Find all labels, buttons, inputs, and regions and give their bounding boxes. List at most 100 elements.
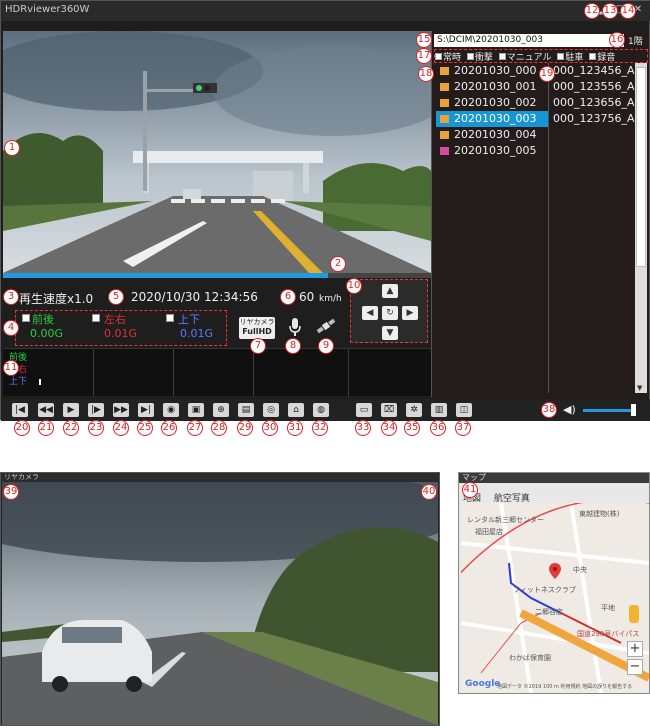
folder-name: 20201030_003 <box>454 112 537 125</box>
location-pin-icon[interactable] <box>549 563 561 582</box>
up-down-checkbox[interactable] <box>166 314 174 322</box>
map-canvas[interactable]: レンタル新三郷センター 東越建物(株) 福田屋店 フィットネスクラブ 二郷谷店 … <box>461 503 649 693</box>
filter-audio[interactable]: 録音 <box>589 50 615 63</box>
filter-checkbox[interactable] <box>466 53 474 60</box>
folder-name: 20201030_000 <box>454 64 537 77</box>
view-reset-button[interactable]: ↻ <box>382 306 398 320</box>
rear-view-icon[interactable]: ▥ <box>431 403 447 417</box>
scrollbar-thumb[interactable] <box>636 67 646 267</box>
filter-manual[interactable]: マニュアル <box>498 50 552 63</box>
panorama-icon[interactable]: ◎ <box>263 403 279 417</box>
callout-number: 21 <box>38 420 54 436</box>
view-down-button[interactable]: ▼ <box>382 326 398 340</box>
file-item[interactable]: 000_123756_A <box>553 111 635 127</box>
filter-checkbox[interactable] <box>435 53 442 60</box>
filter-parking[interactable]: 駐車 <box>557 50 583 63</box>
callout-number: 27 <box>187 420 203 436</box>
filter-label: マニュアル <box>506 53 552 63</box>
rear-camera-video[interactable] <box>2 482 438 725</box>
map-place-label: 東越建物(株) <box>579 510 620 518</box>
folder-video-icon <box>440 99 449 107</box>
globe-icon[interactable]: ◍ <box>313 403 329 417</box>
graph-grid-line <box>93 349 94 397</box>
fast-forward-icon[interactable]: ▶▶ <box>113 403 129 417</box>
street-view-icon[interactable] <box>629 605 639 623</box>
path-level-button[interactable]: 1階 <box>628 34 643 47</box>
video-clip-icon[interactable]: ▣ <box>188 403 204 417</box>
skip-start-icon[interactable]: |◀ <box>12 403 28 417</box>
callout-number: 32 <box>312 420 328 436</box>
callout-number: 40 <box>421 484 437 500</box>
filter-normal[interactable]: 常時 <box>435 50 461 63</box>
view-left-button[interactable]: ◀ <box>362 306 378 320</box>
speaker-icon[interactable]: ◀) <box>563 403 576 416</box>
volume-slider-knob[interactable] <box>631 404 636 416</box>
image-adjust-icon[interactable]: ▤ <box>238 403 254 417</box>
volume-slider-track[interactable] <box>583 409 633 412</box>
folder-item[interactable]: 20201030_000 <box>436 63 548 79</box>
callout-number: 6 <box>280 289 296 305</box>
file-item[interactable]: 000_123656_A <box>553 95 635 111</box>
gps-satellite-icon[interactable] <box>316 317 336 338</box>
file-item[interactable]: 000_123456_A <box>553 63 635 79</box>
front-back-checkbox[interactable] <box>22 314 30 322</box>
filter-label: 常時 <box>443 53 462 63</box>
callout-number: 38 <box>541 402 557 418</box>
callout-number: 26 <box>161 420 177 436</box>
file-list: 000_123456_A 000_123556_A 000_123656_A 000_… <box>553 63 635 127</box>
front-back-value: 0.00G <box>30 327 64 340</box>
map-place-label: 平地 <box>601 604 615 612</box>
rewind-icon[interactable]: ◀◀ <box>38 403 54 417</box>
callout-number: 33 <box>355 420 371 436</box>
left-right-value: 0.01G <box>104 327 138 340</box>
file-item[interactable]: 000_123556_A <box>553 79 635 95</box>
callout-number: 34 <box>381 420 397 436</box>
front-camera-video[interactable] <box>3 31 431 273</box>
zoom-out-button[interactable]: − <box>627 659 643 675</box>
callout-number: 16 <box>609 32 625 48</box>
zoom-icon[interactable]: ⊕ <box>213 403 229 417</box>
g-sensor-graph[interactable]: 前後 左右 上下 <box>3 348 431 397</box>
callout-number: 2 <box>330 256 346 272</box>
folder-icon[interactable]: ▭ <box>356 403 372 417</box>
filter-checkbox[interactable] <box>557 53 565 60</box>
view-up-button[interactable]: ▲ <box>382 284 398 298</box>
snapshot-icon[interactable]: ◉ <box>163 403 179 417</box>
playback-progress-bar[interactable] <box>3 273 431 278</box>
filter-checkbox[interactable] <box>589 53 597 60</box>
callout-number: 10 <box>346 278 362 294</box>
callout-number: 41 <box>462 482 478 498</box>
folder-item[interactable]: 20201030_004 <box>436 127 548 143</box>
map-footer: 地図データ ©2019 100 m 利用規約 地図の誤りを報告する <box>497 684 633 690</box>
step-frame-icon[interactable]: |▶ <box>88 403 104 417</box>
filter-impact[interactable]: 衝撃 <box>466 50 493 63</box>
folder-item[interactable]: 20201030_005 <box>436 143 548 159</box>
filter-checkbox[interactable] <box>498 53 506 60</box>
folder-item[interactable]: 20201030_001 <box>436 79 548 95</box>
settings-icon[interactable]: ✲ <box>406 403 422 417</box>
callout-number: 11 <box>3 360 19 376</box>
volume-control[interactable]: ◀) <box>561 403 641 417</box>
folder-item[interactable]: 20201030_003 <box>436 111 548 127</box>
graph-grid-line <box>348 349 349 397</box>
microphone-icon[interactable] <box>288 317 302 340</box>
callout-number: 18 <box>418 66 434 82</box>
callout-number: 23 <box>88 420 104 436</box>
rear-camera-toggle[interactable]: リヤカメラ FullHD <box>239 317 275 339</box>
left-right-checkbox[interactable] <box>92 314 100 322</box>
folder-path-field[interactable]: S:\DCIM\20201030_003 <box>434 34 624 47</box>
play-icon[interactable]: ▶ <box>63 403 79 417</box>
lock-icon[interactable]: ⌂ <box>288 403 304 417</box>
folder-video-icon <box>440 67 449 75</box>
map-place-label: わかば保育園 <box>509 654 551 662</box>
window-icon[interactable]: ◫ <box>456 403 472 417</box>
map-place-label: 福田屋店 <box>475 528 503 536</box>
file-list-scrollbar[interactable]: ▼ <box>635 63 647 393</box>
skip-end-icon[interactable]: ▶| <box>138 403 154 417</box>
view-right-button[interactable]: ▶ <box>402 306 418 320</box>
scroll-down-icon[interactable]: ▼ <box>637 384 642 392</box>
folder-name: 20201030_001 <box>454 80 537 93</box>
zoom-in-button[interactable]: + <box>627 641 643 657</box>
trash-icon[interactable]: ⌧ <box>381 403 397 417</box>
folder-item[interactable]: 20201030_002 <box>436 95 548 111</box>
